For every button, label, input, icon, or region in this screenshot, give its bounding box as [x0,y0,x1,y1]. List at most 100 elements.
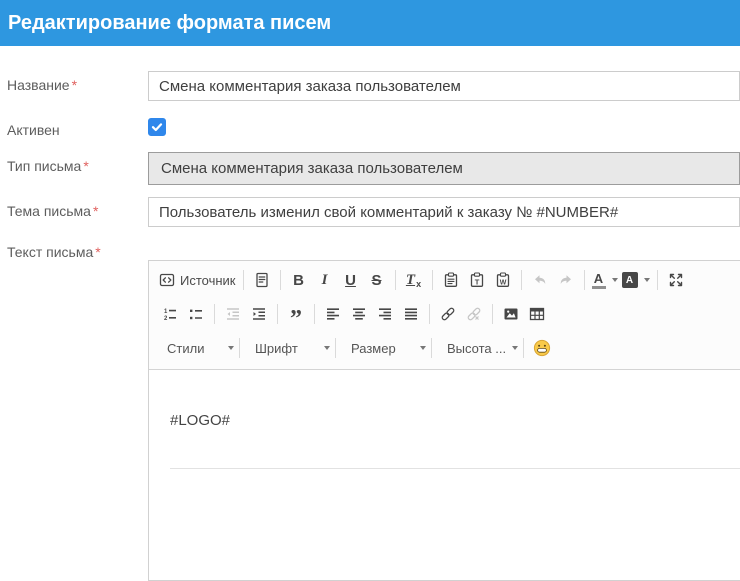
source-button[interactable]: Источник [157,267,238,293]
numbered-list-icon: 12 [162,306,178,322]
decrease-indent-button[interactable] [220,301,246,327]
field-row-active: Активен [7,116,740,138]
bulleted-list-button[interactable] [183,301,209,327]
line-height-dropdown[interactable]: Высота ... [437,335,518,361]
background-color-button[interactable]: A [620,267,652,293]
link-button[interactable] [435,301,461,327]
field-row-type: Тип письма* Смена комментария заказа пол… [7,152,740,185]
maximize-button[interactable] [663,267,689,293]
horizontal-rule [170,468,740,469]
align-left-button[interactable] [320,301,346,327]
toolbar-separator [523,338,524,358]
align-left-icon [325,306,341,322]
underline-button[interactable]: U [338,267,364,293]
required-asterisk: * [72,77,77,93]
numbered-list-button[interactable]: 12 [157,301,183,327]
toolbar-separator [492,304,493,324]
rich-text-editor: Источник B I U S Tx T W [148,260,740,581]
paste-word-icon: W [495,272,511,288]
body-label: Текст письма* [7,238,148,260]
toolbar-row-2: 12 ” [157,297,740,331]
redo-icon [558,272,574,288]
smiley-icon [533,339,551,357]
table-button[interactable] [524,301,550,327]
link-icon [440,306,456,322]
chevron-down-icon [512,346,518,350]
toolbar-separator [277,304,278,324]
table-icon [529,306,545,322]
toolbar-separator [395,270,396,290]
required-asterisk: * [95,244,100,260]
maximize-icon [668,272,684,288]
document-icon [254,272,270,288]
paste-button[interactable] [438,267,464,293]
undo-icon [532,272,548,288]
page-title: Редактирование формата писем [8,12,331,35]
name-label: Название* [7,71,148,101]
subject-input[interactable] [148,197,740,227]
text-color-icon: A [592,272,606,289]
chevron-down-icon [644,278,650,282]
toolbar-separator [243,270,244,290]
field-row-name: Название* [7,71,740,101]
unlink-button[interactable] [461,301,487,327]
type-label: Тип письма* [7,152,148,185]
background-color-icon: A [622,272,638,288]
align-right-button[interactable] [372,301,398,327]
strikethrough-button[interactable]: S [364,267,390,293]
indent-icon [251,306,267,322]
field-row-body: Текст письма* [7,238,740,260]
align-center-button[interactable] [346,301,372,327]
increase-indent-button[interactable] [246,301,272,327]
toolbar-separator [214,304,215,324]
bulleted-list-icon [188,306,204,322]
bold-button[interactable]: B [286,267,312,293]
paste-as-text-button[interactable]: T [464,267,490,293]
chevron-down-icon [612,278,618,282]
svg-text:1: 1 [164,309,168,315]
redo-button[interactable] [553,267,579,293]
chevron-down-icon [228,346,234,350]
unlink-icon [466,306,482,322]
check-icon [151,121,163,133]
svg-text:T: T [474,277,479,286]
required-asterisk: * [83,158,88,174]
active-label: Активен [7,116,148,138]
toolbar-separator [584,270,585,290]
blockquote-button[interactable]: ” [283,301,309,327]
editor-text-line: #LOGO# [170,412,740,429]
name-input[interactable] [148,71,740,101]
source-code-icon [159,272,175,288]
toolbar-separator [657,270,658,290]
toolbar-separator [239,338,240,358]
toolbar-separator [314,304,315,324]
smiley-button[interactable] [529,335,555,361]
page-header: Редактирование формата писем [0,0,740,46]
svg-text:2: 2 [164,316,168,322]
undo-button[interactable] [527,267,553,293]
remove-format-button[interactable]: Tx [401,267,427,293]
active-checkbox[interactable] [148,118,166,136]
align-center-icon [351,306,367,322]
required-asterisk: * [93,203,98,219]
text-color-button[interactable]: A [590,267,620,293]
paste-from-word-button[interactable]: W [490,267,516,293]
font-dropdown[interactable]: Шрифт [245,335,330,361]
font-size-dropdown[interactable]: Размер [341,335,426,361]
chevron-down-icon [420,346,426,350]
editor-content-area[interactable]: #LOGO# [149,370,740,580]
editor-toolbar: Источник B I U S Tx T W [149,261,740,370]
templates-button[interactable] [249,267,275,293]
subject-label: Тема письма* [7,197,148,227]
align-right-icon [377,306,393,322]
image-button[interactable] [498,301,524,327]
blockquote-icon: ” [290,304,302,324]
toolbar-separator [521,270,522,290]
toolbar-separator [335,338,336,358]
align-justify-button[interactable] [398,301,424,327]
toolbar-row-3: Стили Шрифт Размер Высота ... [157,331,740,365]
italic-button[interactable]: I [312,267,338,293]
paste-text-icon: T [469,272,485,288]
svg-text:W: W [499,279,506,286]
styles-dropdown[interactable]: Стили [157,335,234,361]
